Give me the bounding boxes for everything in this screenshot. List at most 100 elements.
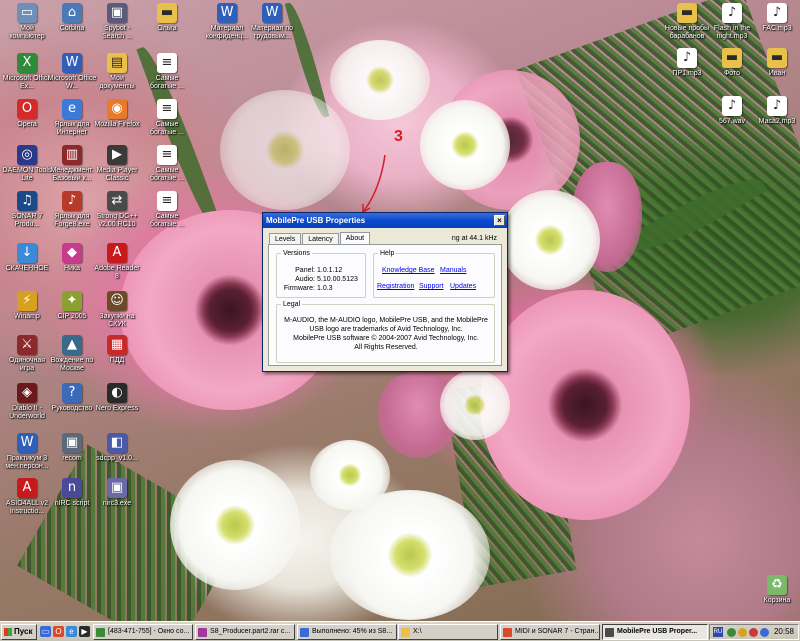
manuals-link[interactable]: Manuals [440, 267, 466, 274]
tray-app-icon[interactable] [760, 628, 769, 637]
knowledge-base-link[interactable]: Knowledge Base [382, 267, 435, 274]
registration-link[interactable]: Registration [377, 283, 414, 290]
desktop-shortcut[interactable]: ☺ Закупки на СКУК [92, 291, 142, 329]
desktop-shortcut[interactable]: ▲ Вождение по Москве [47, 335, 97, 373]
desktop-shortcut[interactable]: ≡ Самые богатые ... [142, 53, 192, 91]
desktop-shortcut[interactable]: ▬ Иван [752, 48, 800, 78]
desktop-shortcut-label: Nero Express [95, 405, 139, 412]
desktop-shortcut[interactable]: ♪ ПР1.mp3 [662, 48, 712, 78]
taskbar-button-label: MIDI и SONAR 7 - Стран... [515, 628, 600, 635]
versions-group: Versions Panel: 1.0.1.12 Audio: 5.10.00.51… [276, 250, 366, 298]
desktop-shortcut[interactable]: ♪ 567.wav [707, 96, 757, 126]
updates-link[interactable]: Updates [450, 283, 476, 290]
desktop-shortcut[interactable]: A ASIO4ALL v2 Instructio... [2, 478, 52, 516]
recycle-bin-icon: ♻ [767, 575, 787, 595]
desktop-shortcut-label: nirc3.exe [102, 500, 132, 507]
desktop-shortcut-label: Corbina [59, 25, 85, 32]
desktop-shortcut[interactable]: ▣ Spybot - Search ... [92, 3, 142, 41]
media-player-icon: ▶ [107, 145, 127, 165]
desktop-shortcut[interactable]: ≡ Самые богатые ... [142, 191, 192, 229]
desktop-shortcut[interactable]: X Microsoft Office Ex... [2, 53, 52, 91]
taskbar-button[interactable]: [483-471-755] - Окно со... [93, 624, 193, 640]
desktop-shortcut[interactable]: ◐ Nero Express [92, 383, 142, 413]
taskbar-app-icon [401, 628, 410, 637]
document-icon: ≡ [157, 145, 177, 165]
desktop-shortcut[interactable]: ◧ sdcpp_v1.0... [92, 433, 142, 463]
desktop-shortcut[interactable]: W Материал конфиденц... [202, 3, 252, 41]
desktop-shortcut[interactable]: ♻ Корзина [752, 575, 800, 605]
desktop-shortcut[interactable]: ↓ СКАЧЕННОЕ [2, 243, 52, 273]
desktop-shortcut-label: Фото [723, 70, 741, 77]
taskbar-button[interactable]: X:\ [398, 624, 498, 640]
desktop-shortcut[interactable]: ⌂ Corbina [47, 3, 97, 33]
desktop-shortcut-label: Руководство [51, 405, 93, 412]
taskbar-app-icon [198, 628, 207, 637]
desktop-shortcut[interactable]: A Adobe Reader 8 [92, 243, 142, 281]
desktop-shortcut[interactable]: ▭ Мой компьютер [2, 3, 52, 41]
desktop-shortcut-label: Материал конфиденц... [205, 25, 249, 40]
desktop-shortcut[interactable]: ♪ Маса2.mp3 [752, 96, 800, 126]
desktop-shortcut[interactable]: ▣ recom [47, 433, 97, 463]
desktop-shortcut[interactable]: ♪ FAC.mp3 [752, 3, 800, 33]
desktop-shortcut[interactable]: W Материал по трудовым... [247, 3, 297, 41]
quicklaunch-ie-icon[interactable]: e [66, 626, 77, 637]
taskbar-button[interactable]: MIDI и SONAR 7 - Стран... [500, 624, 600, 640]
desktop-shortcut[interactable]: ⇄ Strong DC++ v2.00.RC10 [92, 191, 142, 229]
desktop-shortcut[interactable]: e Ярлык для Интернет [47, 99, 97, 137]
taskbar: Пуск ▭ O e ▶ [483-471-755] - Окно со... S… [0, 621, 800, 641]
desktop-shortcut[interactable]: ♪ Ярлык для Forge8.exe [47, 191, 97, 229]
desktop-shortcut[interactable]: W Практикум 3 мен.персон... [2, 433, 52, 471]
white-flower-decoration [170, 460, 300, 590]
taskbar-button[interactable]: MobilePre USB Proper... [602, 624, 708, 640]
legal-group: Legal M-AUDIO, the M-AUDIO logo, MobileP… [276, 301, 495, 363]
desktop-shortcut[interactable]: ▬ Фото [707, 48, 757, 78]
desktop-shortcut[interactable]: ⚡ Winamp [2, 291, 52, 321]
quicklaunch-media-icon[interactable]: ▶ [79, 626, 90, 637]
desktop-shortcut-label: Корзина [763, 597, 791, 604]
tray-volume-icon[interactable] [738, 628, 747, 637]
desktop-shortcut[interactable]: W Microsoft Office W... [47, 53, 97, 91]
desktop-shortcut[interactable]: ▬ Новые пробы барабанов [662, 3, 712, 41]
desktop-shortcut[interactable]: ▶ Media Player Classic [92, 145, 142, 183]
document-icon: ≡ [157, 53, 177, 73]
start-button[interactable]: Пуск [1, 624, 37, 640]
taskbar-button[interactable]: Выполнено: 45% из S8... [297, 624, 397, 640]
desktop-shortcut[interactable]: ▣ nirc3.exe [92, 478, 142, 508]
quicklaunch-desktop-icon[interactable]: ▭ [40, 626, 51, 637]
desktop-shortcut[interactable]: ? Руководство [47, 383, 97, 413]
desktop-shortcut[interactable]: ≡ Самые богатые ... [142, 145, 192, 183]
desktop-shortcut[interactable]: ▤ Мои документы [92, 53, 142, 91]
annotation-arrow [362, 154, 386, 213]
desktop-shortcut[interactable]: ♪ Flash in the night.mp3 [707, 3, 757, 41]
dialog-titlebar[interactable]: MobilePre USB Properties × [263, 213, 507, 228]
desktop-shortcut[interactable]: ◆ Ника [47, 243, 97, 273]
taskbar-button[interactable]: S8_Producer.part2.rar c... [195, 624, 295, 640]
desktop-shortcut-label: Самые богатые ... [150, 213, 184, 228]
clock[interactable]: 20:58 [774, 625, 794, 639]
desktop-shortcut-label: Strong DC++ v2.00.RC10 [96, 213, 138, 228]
desktop-shortcut[interactable]: ▥ Менеджмент. Базовый к... [47, 145, 97, 183]
desktop-shortcut[interactable]: ✦ CIP 2005 [47, 291, 97, 321]
support-link[interactable]: Support [419, 283, 444, 290]
version-row-audio: Audio: 5.10.00.5123 [277, 275, 361, 284]
desktop-shortcut[interactable]: ▬ Ольга [142, 3, 192, 33]
help-legend: Help [380, 250, 395, 257]
desktop-shortcut[interactable]: ≡ Самые богатые ... [142, 99, 192, 137]
desktop-shortcut-label: Ярлык для Интернет [54, 121, 90, 136]
desktop-shortcut[interactable]: ⚔ Одиночная игра [2, 335, 52, 373]
desktop-shortcut[interactable]: ♫ SONAR 7 Produ... [2, 191, 52, 229]
desktop-shortcut[interactable]: O Opera [2, 99, 52, 129]
tray-security-icon[interactable] [749, 628, 758, 637]
legal-text: M-AUDIO, the M-AUDIO logo, MobilePre USB… [281, 316, 491, 352]
desktop-shortcut[interactable]: ▦ ПДД [92, 335, 142, 365]
desktop-shortcut[interactable]: n nIRC script [47, 478, 97, 508]
desktop-shortcut[interactable]: ◈ Diablo II - Underworld [2, 383, 52, 421]
desktop-shortcut[interactable]: ◎ DAEMON Tools Lite [2, 145, 52, 183]
tray-network-icon[interactable] [727, 628, 736, 637]
desktop-shortcut[interactable]: ◉ Mozilla Firefox [92, 99, 142, 129]
language-indicator[interactable]: RU [713, 627, 723, 637]
desktop-shortcut-label: Flash in the night.mp3 [713, 25, 751, 40]
white-flower-decoration [420, 100, 510, 190]
quicklaunch-opera-icon[interactable]: O [53, 626, 64, 637]
close-button[interactable]: × [494, 215, 505, 226]
